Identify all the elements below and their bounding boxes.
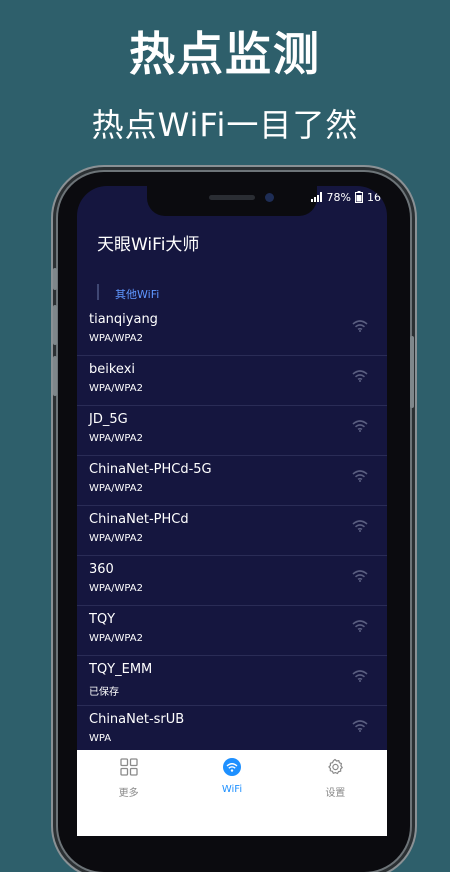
- grid-icon: [120, 758, 138, 776]
- nav-label-wifi: WiFi: [221, 784, 243, 795]
- promo-title: 热点监测: [129, 27, 321, 81]
- wifi-security: WPA/WPA2: [89, 483, 143, 494]
- wifi-name: tianqiyang: [89, 312, 158, 327]
- app-title: 天眼WiFi大师: [97, 235, 200, 255]
- nav-item-wifi[interactable]: WiFi: [180, 750, 283, 800]
- front-camera: [265, 193, 274, 202]
- wifi-list-item[interactable]: ChinaNet-PHCd WPA/WPA2: [77, 506, 387, 556]
- wifi-security: WPA: [89, 733, 112, 744]
- wifi-signal-icon: [352, 520, 368, 532]
- wifi-name: TQY: [89, 612, 116, 627]
- wifi-list-item[interactable]: ChinaNet-PHCd-5G WPA/WPA2: [77, 456, 387, 506]
- notch: [147, 186, 317, 216]
- wifi-name: TQY_EMM: [89, 662, 153, 677]
- nav-label-more: 更多: [118, 788, 139, 799]
- clock: 16: [367, 190, 381, 204]
- phone-screen: 78% 16 天眼WiFi大师 其他WiFi tianqiyang WPA/WP…: [77, 186, 387, 836]
- wifi-list-item[interactable]: TQY_EMM 已保存: [77, 656, 387, 706]
- nav-item-settings[interactable]: 设置: [284, 750, 387, 800]
- wifi-list-item[interactable]: JD_5G WPA/WPA2: [77, 406, 387, 456]
- wifi-signal-icon: [352, 420, 368, 432]
- wifi-name: JD_5G: [89, 412, 128, 427]
- battery-percent: 78%: [326, 190, 351, 204]
- wifi-security: WPA/WPA2: [89, 333, 143, 344]
- wifi-security: WPA/WPA2: [89, 633, 143, 644]
- phone-power-button: [410, 336, 414, 408]
- wifi-name: 360: [89, 562, 114, 577]
- wifi-list-item[interactable]: ChinaNet-srUB WPA: [77, 706, 387, 756]
- wifi-signal-icon: [352, 470, 368, 482]
- wifi-signal-icon: [352, 670, 368, 682]
- wifi-name: ChinaNet-PHCd: [89, 512, 189, 527]
- section-divider: [97, 284, 99, 300]
- nav-label-settings: 设置: [325, 788, 346, 799]
- wifi-signal-icon: [352, 570, 368, 582]
- wifi-security: WPA/WPA2: [89, 433, 143, 444]
- wifi-list-item[interactable]: TQY WPA/WPA2: [77, 606, 387, 656]
- wifi-list-item[interactable]: 360 WPA/WPA2: [77, 556, 387, 606]
- wifi-list-item[interactable]: beikexi WPA/WPA2: [77, 356, 387, 406]
- gear-icon: [328, 758, 344, 775]
- wifi-name: ChinaNet-srUB: [89, 712, 185, 727]
- bottom-nav: 更多 WiFi 设置: [77, 750, 387, 836]
- promo-subtitle: 热点WiFi一目了然: [91, 106, 359, 144]
- status-bar: 78% 16: [310, 190, 381, 204]
- section-label: 其他WiFi: [115, 288, 160, 301]
- wifi-list: tianqiyang WPA/WPA2 beikexi WPA/WPA2 JD_…: [77, 306, 387, 756]
- wifi-signal-icon: [352, 720, 368, 732]
- signal-bars-icon: [310, 192, 322, 202]
- battery-icon: [355, 191, 363, 203]
- wifi-name: beikexi: [89, 362, 136, 377]
- wifi-name: ChinaNet-PHCd-5G: [89, 462, 212, 477]
- wifi-security: WPA/WPA2: [89, 533, 143, 544]
- wifi-icon: [222, 758, 241, 776]
- wifi-security: 已保存: [89, 687, 119, 698]
- wifi-security: WPA/WPA2: [89, 583, 143, 594]
- wifi-signal-icon: [352, 370, 368, 382]
- wifi-security: WPA/WPA2: [89, 383, 143, 394]
- wifi-signal-icon: [352, 620, 368, 632]
- phone-volume-up: [53, 305, 57, 345]
- wifi-signal-icon: [352, 320, 368, 332]
- nav-item-more[interactable]: 更多: [77, 750, 180, 800]
- phone-mute-switch: [53, 268, 57, 290]
- wifi-list-item[interactable]: tianqiyang WPA/WPA2: [77, 306, 387, 356]
- speaker: [209, 195, 255, 200]
- phone-volume-down: [53, 356, 57, 396]
